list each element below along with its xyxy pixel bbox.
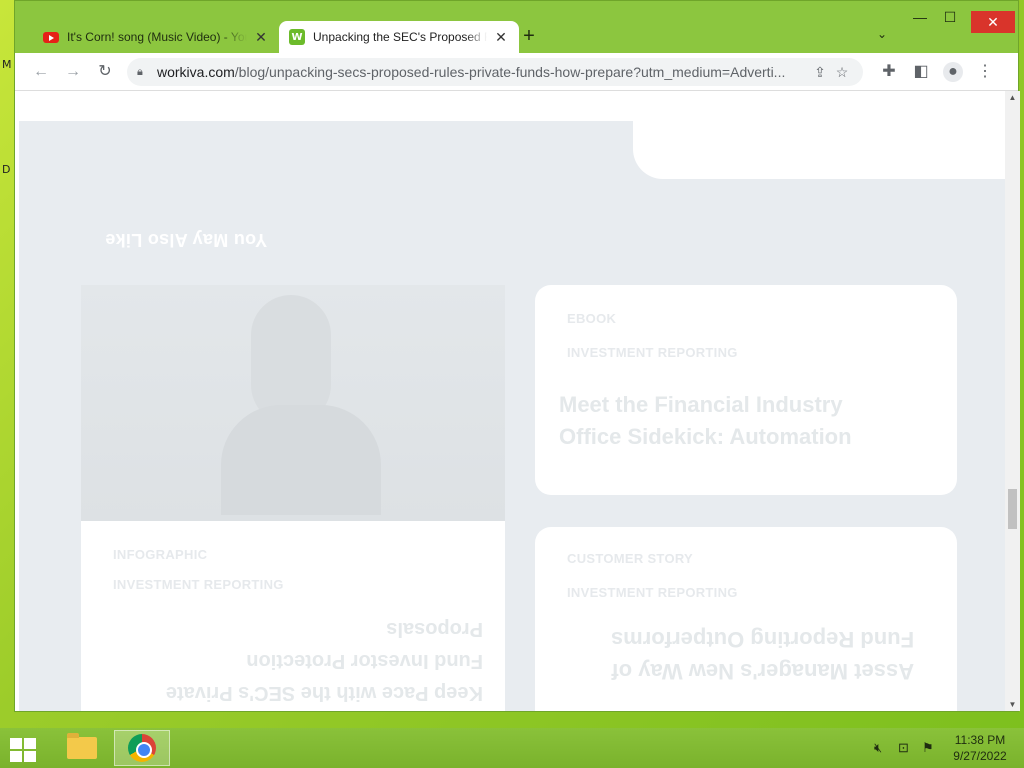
- page-viewport: You May Also Like EBOOK INVESTMENT REPOR…: [15, 91, 1005, 711]
- system-clock[interactable]: 11:38 PM 9/27/2022: [940, 732, 1020, 764]
- desktop-label-1: M: [2, 58, 12, 71]
- forward-icon[interactable]: →: [63, 62, 83, 82]
- close-icon[interactable]: ✕: [493, 29, 509, 46]
- resource-card-customer-story[interactable]: CUSTOMER STORY INVESTMENT REPORTING Asse…: [535, 527, 957, 711]
- clock-time: 11:38 PM: [954, 733, 1006, 747]
- network-icon[interactable]: ⊡: [898, 740, 909, 756]
- chrome-taskbar-icon[interactable]: [114, 730, 170, 766]
- card-category-label: INVESTMENT REPORTING: [567, 345, 738, 360]
- youtube-icon: [43, 29, 59, 45]
- maximize-button[interactable]: ☐: [935, 9, 965, 26]
- card-title: Meet the Financial Industry Office Sidek…: [559, 392, 852, 449]
- card-type-label: INFOGRAPHIC: [113, 547, 208, 562]
- scroll-thumb[interactable]: [1008, 489, 1017, 529]
- profile-avatar-icon[interactable]: ●: [943, 62, 963, 82]
- windows-start-icon[interactable]: [8, 736, 40, 762]
- minimize-button[interactable]: —: [905, 9, 935, 25]
- share-icon[interactable]: ⇪: [809, 64, 831, 81]
- vertical-scrollbar[interactable]: ▲ ▼: [1005, 91, 1020, 711]
- clock-date: 9/27/2022: [953, 749, 1007, 763]
- browser-window: It's Corn! song (Music Video) - YouTube …: [14, 0, 1020, 712]
- tab-youtube[interactable]: It's Corn! song (Music Video) - YouTube …: [33, 21, 279, 53]
- title-bar: It's Corn! song (Music Video) - YouTube …: [15, 1, 1018, 53]
- section-heading: You May Also Like: [105, 230, 268, 250]
- volume-muted-icon[interactable]: 🔇︎: [874, 740, 882, 756]
- card-title: Asset Manager's New Way of Fund Reportin…: [611, 627, 915, 684]
- resource-card-infographic[interactable]: INFOGRAPHIC INVESTMENT REPORTING Keep Pa…: [81, 285, 505, 711]
- side-panel-icon[interactable]: ◧: [911, 62, 931, 82]
- scroll-up-arrow-icon[interactable]: ▲: [1005, 93, 1020, 102]
- card-body: INFOGRAPHIC INVESTMENT REPORTING Keep Pa…: [81, 521, 505, 711]
- bookmark-star-icon[interactable]: ☆: [831, 64, 853, 81]
- taskbar: 🔇︎ ⊡ ⚑ 11:38 PM 9/27/2022: [0, 728, 1024, 768]
- resource-card-ebook[interactable]: EBOOK INVESTMENT REPORTING Meet the Fina…: [535, 285, 957, 495]
- tab-search-icon[interactable]: ⌄: [877, 27, 887, 41]
- card-category-label: INVESTMENT REPORTING: [113, 577, 284, 592]
- url-text: workiva.com/blog/unpacking-secs-proposed…: [157, 64, 786, 80]
- close-icon[interactable]: ✕: [253, 29, 269, 46]
- top-white-block: [633, 91, 1005, 179]
- scroll-down-arrow-icon[interactable]: ▼: [1005, 700, 1020, 709]
- tab-title: Unpacking the SEC's Proposed Rules: [313, 30, 487, 44]
- action-center-icon[interactable]: ⚑: [922, 740, 934, 756]
- card-type-label: CUSTOMER STORY: [567, 551, 694, 566]
- back-icon[interactable]: ←: [31, 62, 51, 82]
- desktop-label-2: D: [2, 163, 11, 176]
- reload-icon[interactable]: ↻: [95, 62, 115, 82]
- tab-workiva[interactable]: W Unpacking the SEC's Proposed Rules ✕: [279, 21, 519, 53]
- new-tab-button[interactable]: +: [517, 25, 541, 49]
- tab-title: It's Corn! song (Music Video) - YouTube: [67, 30, 247, 44]
- card-title: Keep Pace with the SEC's Private Fund In…: [165, 618, 483, 704]
- card-image: [81, 285, 505, 521]
- close-window-button[interactable]: ✕: [971, 11, 1015, 33]
- lock-icon: 🔒︎: [137, 65, 143, 78]
- address-bar[interactable]: 🔒︎ workiva.com/blog/unpacking-secs-propo…: [127, 58, 863, 86]
- card-type-label: EBOOK: [567, 311, 617, 326]
- file-explorer-icon[interactable]: [54, 730, 110, 766]
- menu-kebab-icon[interactable]: ⋮: [975, 62, 995, 82]
- browser-toolbar: ← → ↻ 🔒︎ workiva.com/blog/unpacking-secs…: [15, 53, 1018, 91]
- extensions-icon[interactable]: ✚: [879, 62, 899, 82]
- card-category-label: INVESTMENT REPORTING: [567, 585, 738, 600]
- workiva-icon: W: [289, 29, 305, 45]
